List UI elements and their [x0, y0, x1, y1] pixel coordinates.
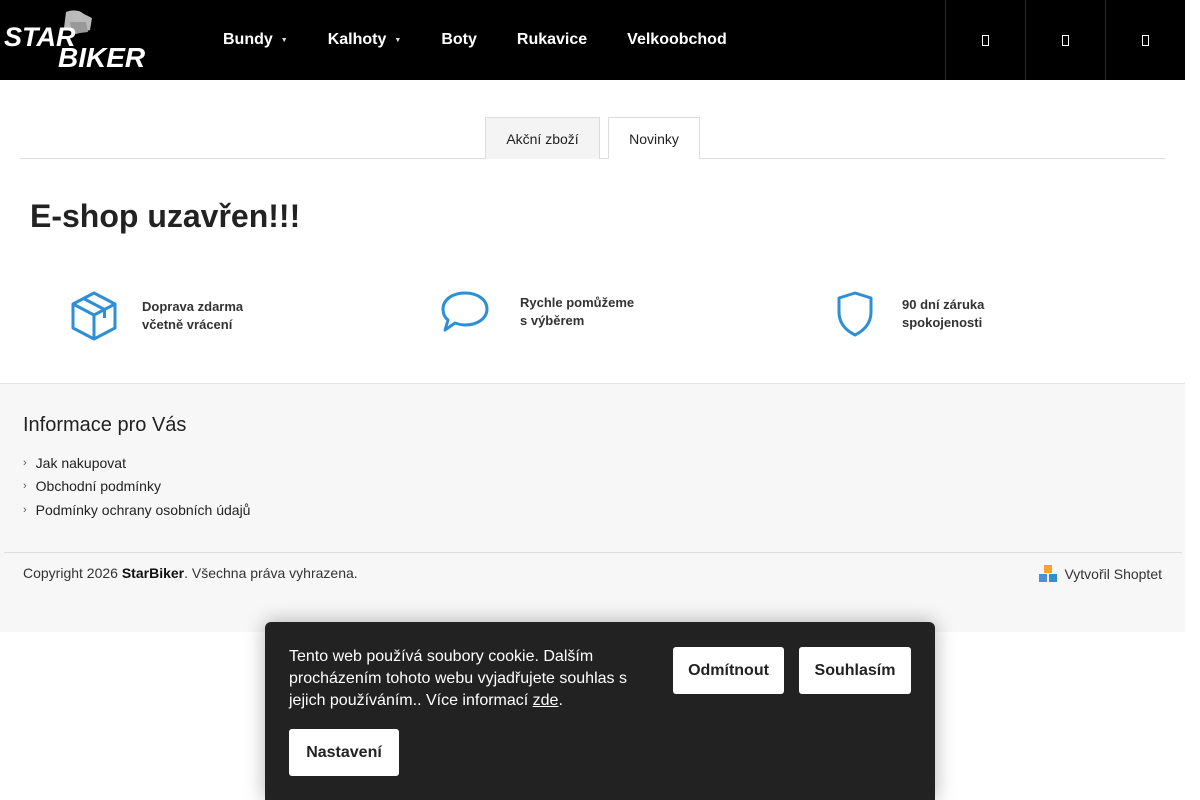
chevron-right-icon: ›: [23, 480, 27, 493]
site-header: STAR BIKER Bundy ▼ Kalhoty ▼ Boty Rukavi…: [0, 0, 1185, 80]
cart-icon: [1142, 34, 1149, 46]
footer-link-label: Podmínky ochrany osobních údajů: [35, 501, 251, 518]
benefit-line2: včetně vrácení: [142, 317, 233, 332]
cookie-message-end: .: [558, 692, 563, 709]
chevron-right-icon: ›: [23, 456, 27, 469]
search-icon: [982, 34, 989, 46]
nav-item-bundy[interactable]: Bundy ▼: [223, 31, 288, 49]
copyright-prefix: Copyright 2026: [23, 565, 118, 581]
starbiker-logo[interactable]: STAR BIKER: [4, 8, 145, 73]
cookie-settings-button[interactable]: Nastavení: [289, 729, 399, 776]
nav-label: Velkoobchod: [627, 31, 727, 48]
benefit-line1: Rychle pomůžeme: [520, 295, 635, 310]
product-tabs: Akční zboží Novinky: [20, 117, 1165, 159]
benefit-line2: s výběrem: [520, 313, 585, 328]
benefit-line1: Doprava zdarma: [142, 299, 244, 314]
user-icon: [1062, 34, 1069, 46]
nav-item-kalhoty[interactable]: Kalhoty ▼: [328, 31, 402, 49]
footer-divider: [4, 552, 1182, 553]
cookie-message-text: Tento web používá soubory cookie. Dalším…: [289, 648, 627, 709]
nav-label: Bundy: [223, 31, 273, 48]
header-actions: [945, 0, 1185, 80]
login-button[interactable]: [1025, 0, 1105, 80]
chevron-right-icon: ›: [23, 503, 27, 516]
cookie-accept-button[interactable]: Souhlasím: [799, 647, 911, 694]
footer-link-ochrana-udaju[interactable]: › Podmínky ochrany osobních údajů: [23, 498, 250, 522]
page-title: E-shop uzavřen!!!: [30, 198, 301, 234]
nav-item-rukavice[interactable]: Rukavice: [517, 31, 587, 49]
nav-label: Boty: [441, 31, 477, 48]
shoptet-logo-icon: [1039, 565, 1058, 583]
benefit-quick-help: Rychle pomůžeme s výběrem: [440, 290, 634, 334]
tab-novinky[interactable]: Novinky: [608, 117, 700, 159]
benefit-free-shipping: Doprava zdarma včetně vrácení: [70, 290, 243, 342]
box-icon: [71, 291, 117, 341]
cookie-more-info-link[interactable]: zde: [533, 692, 559, 709]
cookie-consent-bar: Tento web používá soubory cookie. Dalším…: [265, 622, 935, 800]
footer-links: › Jak nakupovat › Obchodní podmínky › Po…: [23, 451, 250, 522]
benefit-line1: 90 dní záruka: [902, 297, 985, 312]
main-navigation: Bundy ▼ Kalhoty ▼ Boty Rukavice Velkoobc…: [223, 0, 767, 80]
site-footer: Informace pro Vás › Jak nakupovat › Obch…: [0, 383, 1185, 632]
nav-label: Kalhoty: [327, 31, 387, 48]
shield-icon: [837, 291, 873, 337]
tab-akcni-zbozi[interactable]: Akční zboží: [485, 117, 600, 159]
cookie-message: Tento web používá soubory cookie. Dalším…: [289, 646, 639, 712]
cookie-reject-button[interactable]: Odmítnout: [673, 647, 784, 694]
footer-link-obchodni-podminky[interactable]: › Obchodní podmínky: [23, 475, 250, 499]
chevron-down-icon: ▼: [394, 36, 402, 44]
shoptet-credit-link[interactable]: Vytvořil Shoptet: [1039, 565, 1162, 583]
copyright-suffix: . Všechna práva vyhrazena.: [184, 565, 358, 581]
benefit-guarantee: 90 dní záruka spokojenosti: [835, 290, 984, 338]
search-button[interactable]: [945, 0, 1025, 80]
chevron-down-icon: ▼: [280, 36, 288, 44]
copyright-text: Copyright 2026 StarBiker. Všechna práva …: [23, 565, 358, 581]
shoptet-credit-label: Vytvořil Shoptet: [1064, 566, 1162, 582]
speech-bubble-icon: [441, 291, 489, 332]
nav-item-velkoobchod[interactable]: Velkoobchod: [627, 31, 727, 49]
cart-button[interactable]: [1105, 0, 1185, 80]
footer-link-label: Obchodní podmínky: [35, 478, 161, 495]
nav-label: Rukavice: [516, 31, 588, 48]
footer-link-jak-nakupovat[interactable]: › Jak nakupovat: [23, 451, 250, 475]
brand-name: StarBiker: [121, 565, 185, 581]
logo-text-biker: BIKER: [58, 42, 146, 73]
footer-link-label: Jak nakupovat: [35, 454, 126, 471]
footer-heading: Informace pro Vás: [23, 414, 187, 436]
nav-item-boty[interactable]: Boty: [441, 31, 477, 49]
benefit-line2: spokojenosti: [902, 315, 983, 330]
